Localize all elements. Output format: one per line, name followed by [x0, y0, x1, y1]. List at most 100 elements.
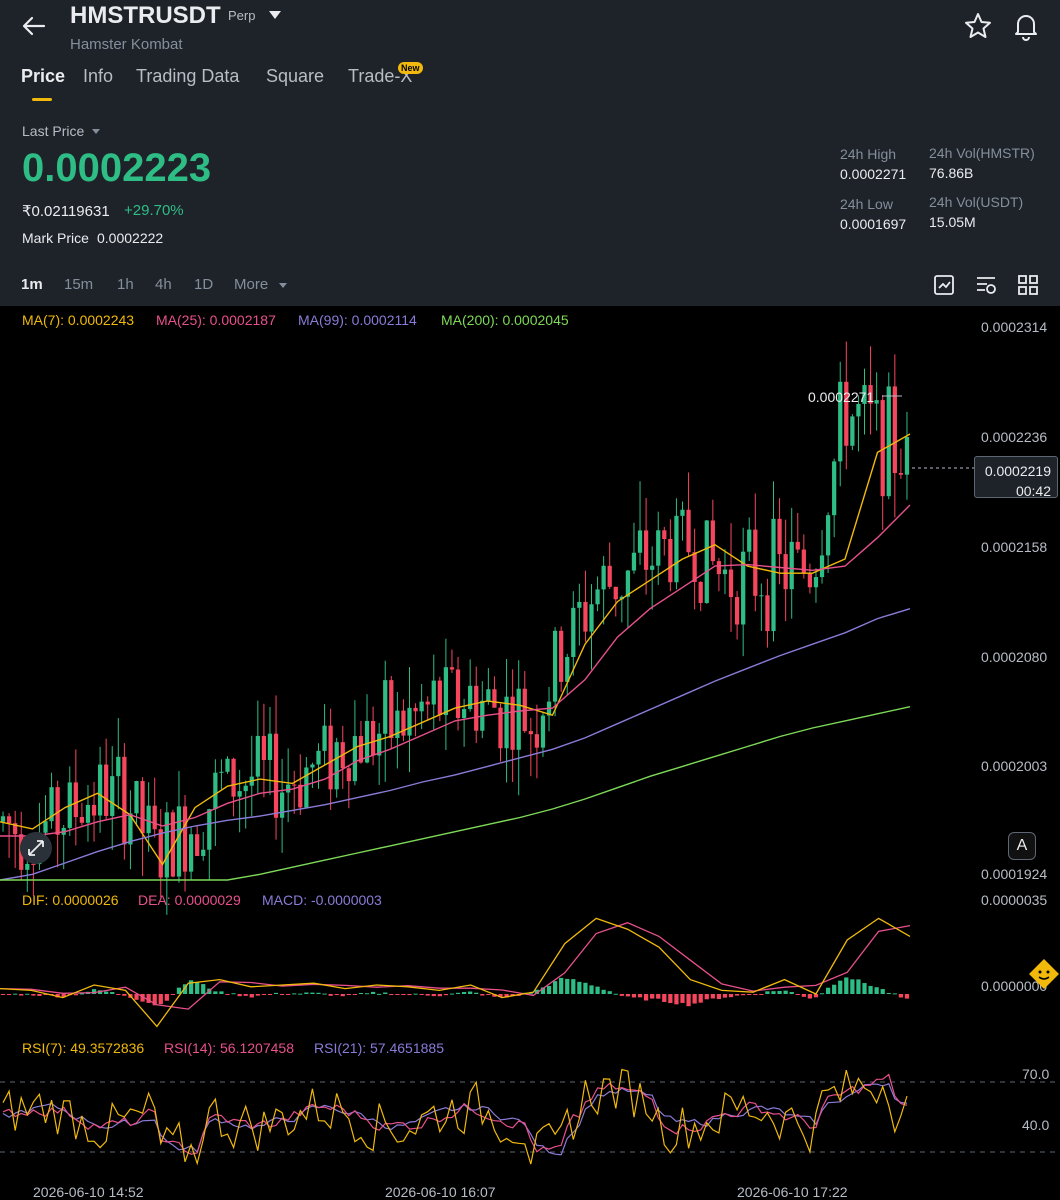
candle-body [613, 586, 618, 600]
candle-body [716, 561, 722, 575]
candle-body [413, 707, 418, 712]
macd-histogram-bar [334, 994, 339, 995]
candle-body [176, 806, 182, 877]
current-price-box: 0.0002219 00:42 [974, 456, 1058, 499]
change-percent: +29.70% [124, 202, 184, 219]
timeframe-1d[interactable]: 1D [194, 276, 213, 293]
candle-body [207, 809, 212, 850]
candle-body [486, 689, 491, 701]
candle-body [904, 437, 910, 475]
layout-grid-icon[interactable] [1017, 274, 1039, 296]
macd-histogram-bar [370, 991, 376, 994]
current-price-label: 0.0002219 [984, 463, 1051, 479]
timeframe-1m[interactable]: 1m [21, 276, 43, 293]
tab-trading-data[interactable]: Trading Data [136, 66, 239, 87]
macd-histogram-bar [201, 984, 206, 994]
candlestick-chart[interactable] [0, 306, 1060, 1200]
candle-body [559, 630, 564, 682]
candle-body [370, 720, 376, 756]
candle-body [237, 791, 242, 797]
candle-body [528, 731, 533, 735]
candle-body [898, 473, 904, 475]
candle-body [383, 680, 388, 734]
tab-info[interactable]: Info [83, 66, 113, 87]
candle-body [43, 821, 48, 833]
macd-histogram-bar [710, 994, 715, 999]
chevron-down-icon[interactable] [277, 279, 289, 291]
candle-body [850, 416, 855, 446]
x-tick: 2026-06-10 16:07 [385, 1184, 496, 1200]
candle-body [243, 785, 248, 792]
macd-histogram-bar [783, 990, 788, 994]
macd-histogram-bar [37, 994, 42, 997]
y-tick: 0.0002080 [981, 649, 1048, 665]
candle-body [759, 595, 764, 597]
candle-body [419, 701, 424, 712]
candle-body [710, 520, 715, 562]
tab-square[interactable]: Square [266, 66, 324, 87]
candle-body [104, 764, 109, 816]
symbol-title[interactable]: HMSTRUSDT [70, 2, 221, 30]
candle-body [267, 733, 273, 760]
candle-body [662, 530, 667, 540]
macd-histogram-bar [850, 979, 855, 994]
candle-body [765, 595, 770, 632]
candle-body [73, 782, 78, 818]
macd-histogram-bar [892, 993, 897, 995]
active-tab-indicator [32, 98, 52, 101]
macd-histogram-bar [856, 979, 861, 994]
candle-body [874, 400, 879, 404]
chevron-down-icon[interactable] [266, 6, 284, 24]
timeframe-4h[interactable]: 4h [155, 276, 172, 293]
candle-body [734, 597, 740, 625]
auto-scale-button[interactable]: A [1008, 832, 1036, 860]
macd-histogram-bar [6, 994, 12, 995]
chart-area[interactable] [0, 306, 1060, 1200]
x-tick: 2026-06-10 14:52 [33, 1184, 144, 1200]
last-price-label[interactable]: Last Price [22, 123, 84, 139]
candle-body [540, 715, 546, 748]
macd-histogram-bar [437, 994, 442, 997]
macd-histogram-bar [292, 993, 297, 995]
candle-body [182, 806, 188, 872]
candle-body [0, 816, 6, 822]
candle-body [213, 772, 218, 810]
macd-histogram-bar [158, 994, 163, 1005]
macd-histogram-bar [874, 987, 879, 994]
timeframe-1h[interactable]: 1h [117, 276, 134, 293]
tab-price[interactable]: Price [21, 66, 65, 87]
star-icon[interactable] [962, 10, 994, 42]
vol-base-label: 24h Vol(HMSTR) [929, 145, 1035, 161]
macd-histogram-bar [79, 993, 85, 995]
candle-body [328, 725, 333, 790]
macd-histogram-bar [904, 994, 910, 999]
y-tick: 0.0002158 [981, 539, 1048, 555]
macd-histogram-bar [340, 994, 345, 997]
macd-histogram-bar [401, 994, 406, 995]
timeframe-15m[interactable]: 15m [64, 276, 93, 293]
macd-histogram-bar [801, 994, 806, 997]
macd-histogram-bar [898, 994, 904, 998]
macd-histogram-bar [346, 994, 351, 995]
candle-body [825, 515, 831, 556]
macd-histogram-bar [613, 993, 618, 995]
emoji-face-icon[interactable] [1028, 958, 1060, 990]
y-tick: 0.0002236 [981, 429, 1048, 445]
macd-histogram-bar [455, 992, 461, 994]
macd-histogram-bar [565, 978, 570, 994]
chevron-down-icon[interactable] [90, 125, 102, 137]
macd-histogram-bar [546, 985, 552, 994]
bell-icon[interactable] [1010, 10, 1042, 42]
macd-histogram-bar [559, 977, 564, 994]
macd-histogram-bar [880, 989, 885, 994]
timeframe-more[interactable]: More [234, 276, 268, 293]
expand-icon[interactable] [20, 832, 52, 864]
macd-histogram-bar [807, 994, 813, 999]
chart-settings-icon[interactable] [933, 274, 955, 296]
candle-body [298, 784, 303, 808]
back-arrow-icon[interactable] [20, 12, 48, 40]
indicator-icon[interactable] [975, 274, 997, 296]
vol-quote-label: 24h Vol(USDT) [929, 194, 1024, 210]
macd-histogram-bar [686, 994, 691, 1007]
macd-histogram-bar [662, 994, 667, 1002]
